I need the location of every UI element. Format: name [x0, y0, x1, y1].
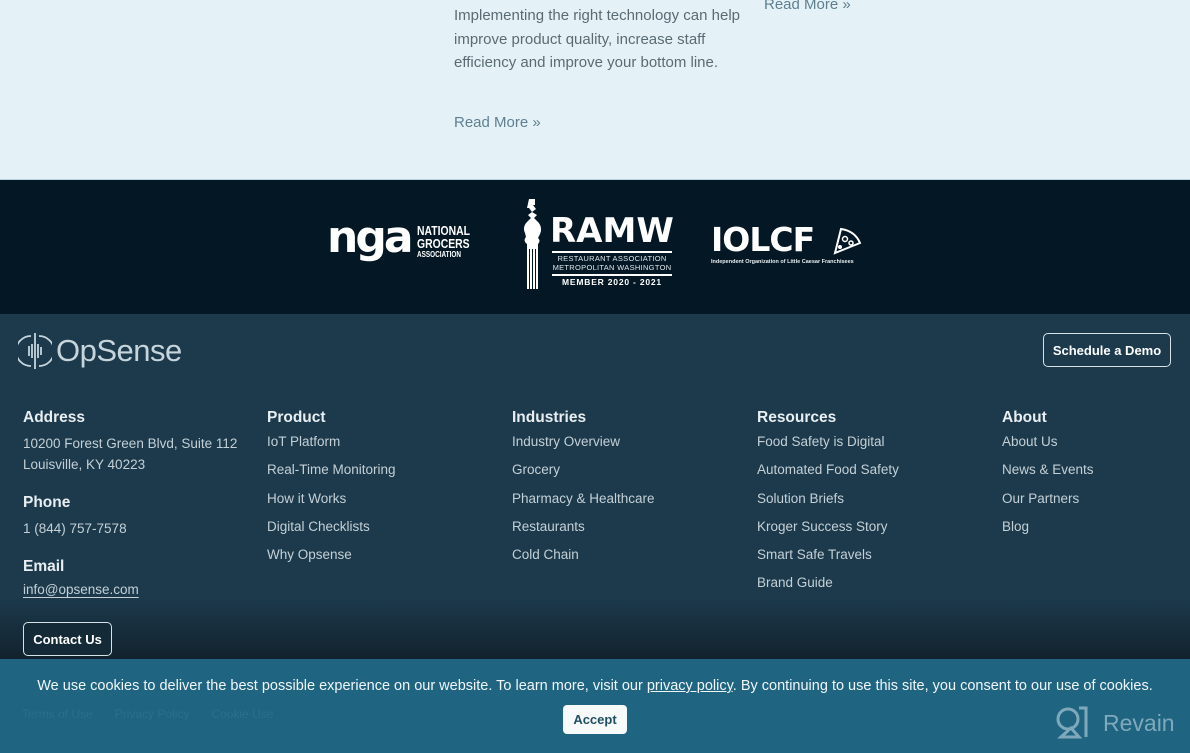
- footer-link[interactable]: News & Events: [1002, 461, 1094, 489]
- brand-name: OpSense: [56, 333, 182, 368]
- cookie-banner: Terms of Use Privacy Policy Cookie Use W…: [0, 659, 1190, 753]
- phone-number: 1 (844) 757-7578: [23, 521, 127, 536]
- ramw-title: RAMW: [550, 211, 674, 251]
- privacy-policy-link[interactable]: privacy policy: [647, 678, 733, 694]
- footer-link[interactable]: Pharmacy & Healthcare: [512, 490, 655, 518]
- cookie-text: We use cookies to deliver the best possi…: [37, 678, 647, 694]
- revain-watermark: Revain: [1055, 706, 1175, 740]
- site-footer: OpSense Schedule a Demo Address 10200 Fo…: [0, 314, 1190, 659]
- footer-column-resources: Resources Food Safety is Digital Automat…: [757, 409, 899, 603]
- footer-link[interactable]: Grocery: [512, 461, 655, 489]
- address-heading: Address: [23, 409, 86, 426]
- cookie-use-link[interactable]: Cookie Use: [211, 707, 273, 721]
- phone-heading: Phone: [23, 494, 71, 511]
- footer-link[interactable]: Digital Checklists: [267, 518, 396, 546]
- cookie-message: We use cookies to deliver the best possi…: [0, 678, 1190, 694]
- ramw-subtitle: RESTAURANT ASSOCIATION: [557, 254, 667, 263]
- footer-column-product: Product IoT Platform Real-Time Monitorin…: [267, 409, 396, 574]
- footer-link[interactable]: Blog: [1002, 518, 1094, 546]
- post-excerpt: Implementing the right technology can he…: [454, 7, 741, 71]
- footer-link[interactable]: Why Opsense: [267, 546, 396, 574]
- footer-link[interactable]: About Us: [1002, 433, 1094, 461]
- divider: [552, 274, 672, 276]
- opsense-logo[interactable]: OpSense: [18, 332, 182, 370]
- ramw-member: MEMBER 2020 - 2021: [562, 277, 662, 287]
- footer-link[interactable]: Automated Food Safety: [757, 461, 899, 489]
- nga-mark: nga: [327, 212, 413, 263]
- footer-link[interactable]: Cold Chain: [512, 546, 655, 574]
- footer-link[interactable]: Real-Time Monitoring: [267, 461, 396, 489]
- contact-info-column: Address 10200 Forest Green Blvd, Suite 1…: [23, 409, 237, 597]
- email-heading: Email: [23, 558, 65, 575]
- footer-link[interactable]: Smart Safe Travels: [757, 546, 899, 574]
- footer-link[interactable]: How it Works: [267, 490, 396, 518]
- pizza-slice-icon: [833, 227, 862, 255]
- email-link[interactable]: info@opsense.com: [23, 582, 237, 597]
- fork-bottle-icon: [523, 199, 542, 289]
- column-heading: Resources: [757, 409, 837, 426]
- footer-link[interactable]: Restaurants: [512, 518, 655, 546]
- footer-column-industries: Industries Industry Overview Grocery Pha…: [512, 409, 655, 574]
- blog-preview-section: Implementing the right technology can he…: [0, 0, 1190, 180]
- column-heading: About: [1002, 409, 1047, 426]
- footer-link[interactable]: IoT Platform: [267, 433, 396, 461]
- address-line: Louisville, KY 40223: [23, 457, 146, 472]
- footer-column-about: About About Us News & Events Our Partner…: [1002, 409, 1094, 546]
- nga-line: ASSOCIATION: [417, 250, 461, 259]
- read-more-link[interactable]: Read More »: [454, 114, 541, 131]
- terms-link[interactable]: Terms of Use: [22, 707, 93, 721]
- footer-link[interactable]: Kroger Success Story: [757, 518, 899, 546]
- nga-line: GROCERS: [417, 236, 470, 251]
- iolcf-title: IOLCF: [711, 220, 815, 259]
- address-line: 10200 Forest Green Blvd, Suite 112: [23, 436, 238, 451]
- footer-link[interactable]: Brand Guide: [757, 574, 899, 602]
- nga-wordmark: NATIONAL GROCERS ASSOCIATION: [417, 224, 470, 260]
- cookie-text: . By continuing to use this site, you co…: [732, 678, 1153, 694]
- ramw-subtitle: METROPOLITAN WASHINGTON: [552, 263, 672, 272]
- footer-link[interactable]: Solution Briefs: [757, 490, 899, 518]
- read-more-link[interactable]: Read More »: [764, 0, 851, 13]
- ramw-logo: RAMW RESTAURANT ASSOCIATION METROPOLITAN…: [518, 199, 674, 298]
- divider: [552, 251, 672, 253]
- schedule-demo-button[interactable]: Schedule a Demo: [1043, 333, 1171, 367]
- column-heading: Product: [267, 409, 326, 426]
- soundwave-icon: [18, 333, 52, 369]
- privacy-link[interactable]: Privacy Policy: [115, 707, 190, 721]
- footer-link[interactable]: Our Partners: [1002, 490, 1094, 518]
- revain-logo-icon: [1056, 706, 1088, 739]
- footer-link[interactable]: Industry Overview: [512, 433, 655, 461]
- accept-cookies-button[interactable]: Accept: [563, 705, 627, 734]
- legal-links: Terms of Use Privacy Policy Cookie Use: [22, 707, 273, 721]
- iolcf-subtitle: Independent Organization of Little Caesa…: [711, 259, 854, 265]
- revain-label: Revain: [1103, 709, 1175, 736]
- footer-link[interactable]: Food Safety is Digital: [757, 433, 899, 461]
- contact-us-button[interactable]: Contact Us: [23, 622, 112, 656]
- column-heading: Industries: [512, 409, 587, 426]
